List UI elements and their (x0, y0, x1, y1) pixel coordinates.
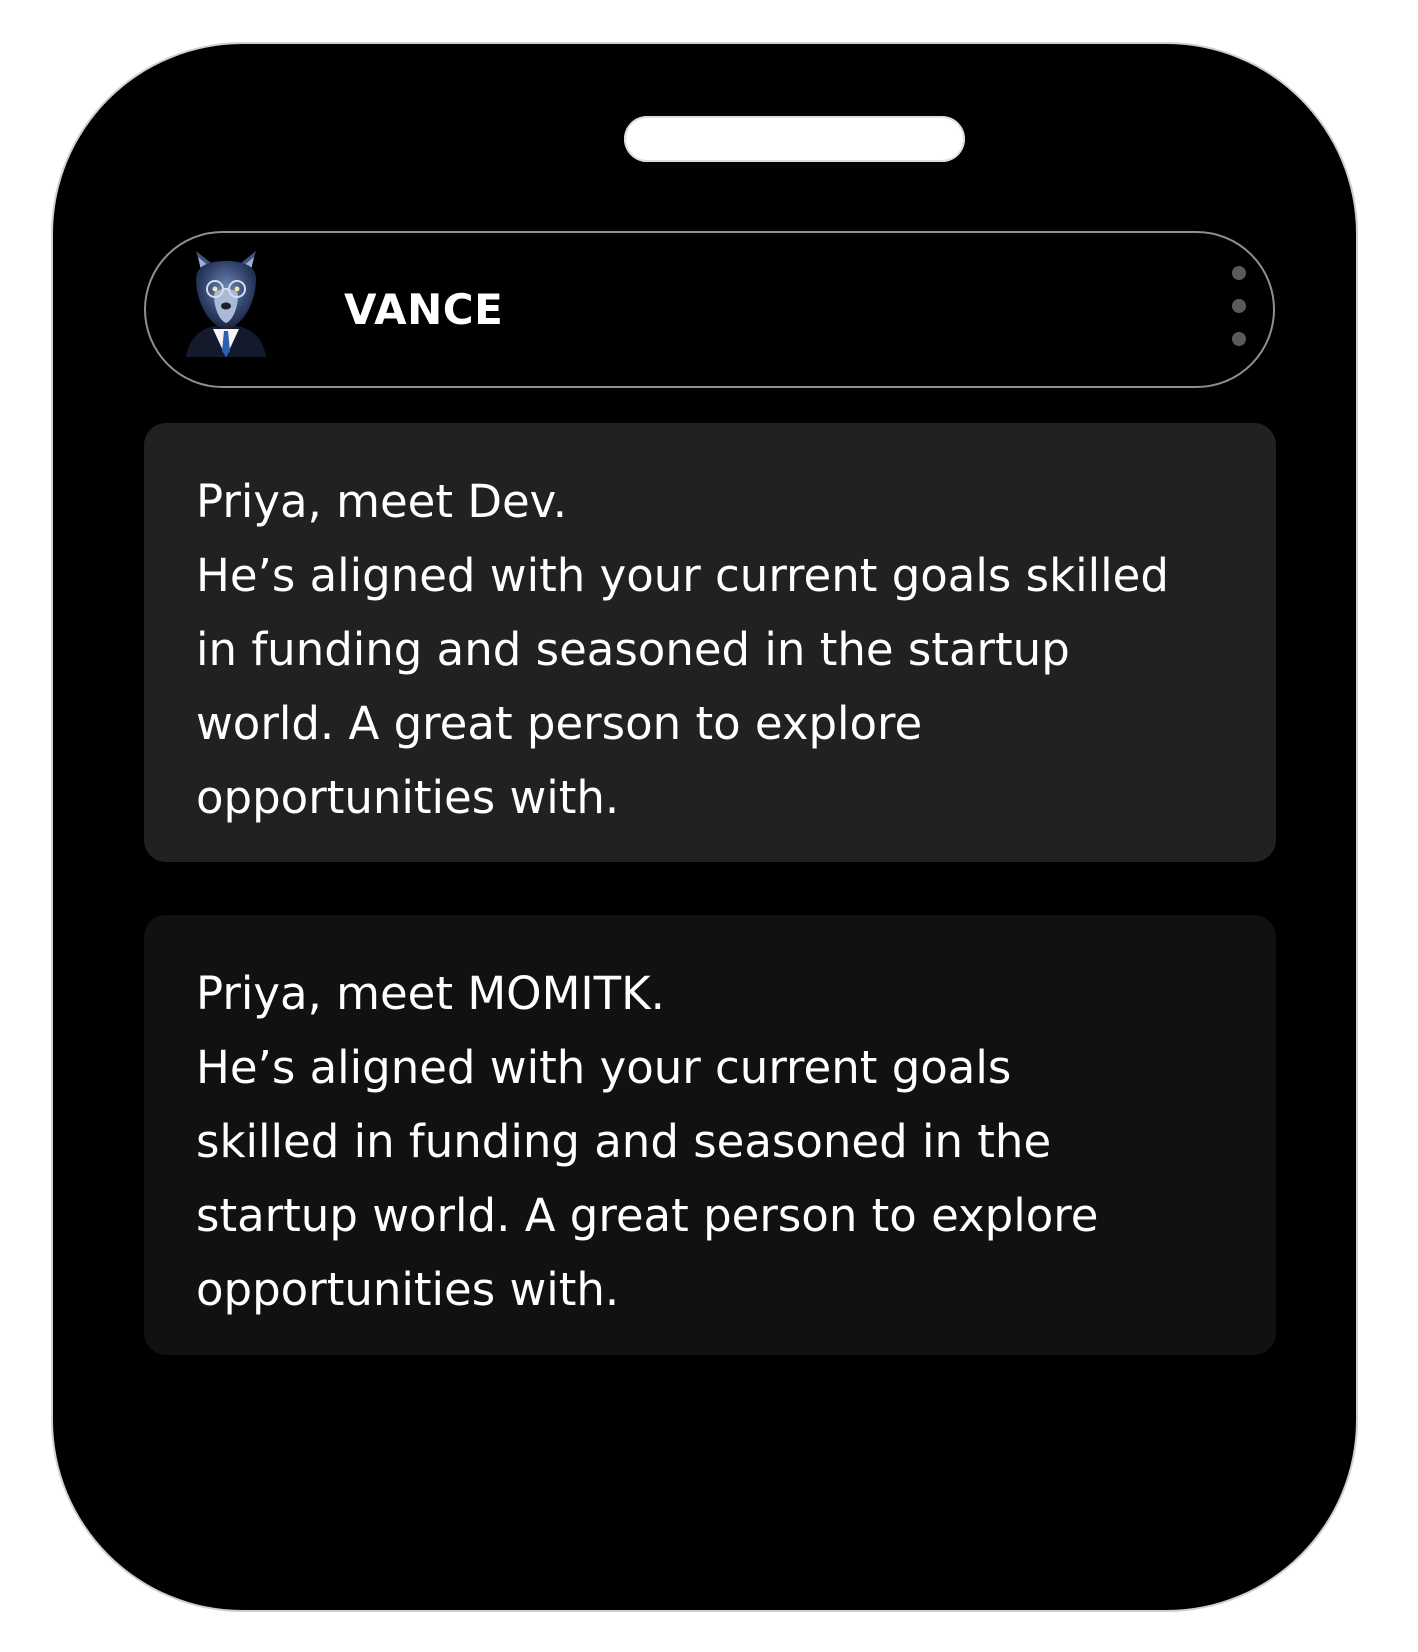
notch (624, 116, 965, 162)
message-card[interactable]: Priya, meet MOMITK. He’s aligned with yo… (144, 915, 1276, 1355)
more-options-button[interactable] (1223, 266, 1255, 346)
message-line: He’s aligned with your current goals ski… (196, 549, 1169, 602)
message-card[interactable]: Priya, meet Dev. He’s aligned with your … (144, 423, 1276, 862)
wolf-avatar-icon[interactable] (178, 251, 274, 357)
more-vertical-icon-dot (1232, 266, 1246, 280)
more-vertical-icon-dot (1232, 299, 1246, 313)
more-vertical-icon-dot (1232, 332, 1246, 346)
message-line: Priya, meet Dev. (196, 475, 568, 528)
message-line: opportunities with. (196, 1263, 620, 1316)
message-line: Priya, meet MOMITK. (196, 967, 665, 1020)
message-line: in funding and seasoned in the startup (196, 623, 1070, 676)
message-line: opportunities with. (196, 771, 620, 824)
phone-frame: VANCE Priya, meet Dev. He’s aligned with… (53, 44, 1356, 1610)
chat-title: VANCE (344, 285, 504, 334)
message-line: He’s aligned with your current goals (196, 1041, 1012, 1094)
message-line: startup world. A great person to explore (196, 1189, 1099, 1242)
chat-header: VANCE (144, 231, 1275, 388)
message-line: world. A great person to explore (196, 697, 923, 750)
message-line: skilled in funding and seasoned in the (196, 1115, 1052, 1168)
